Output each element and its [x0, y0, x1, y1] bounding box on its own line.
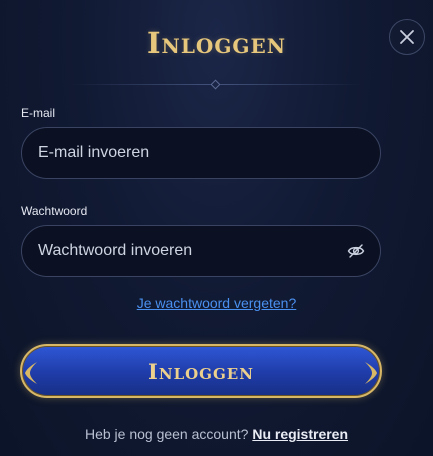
login-button-label: Inloggen: [148, 358, 254, 384]
register-link[interactable]: Nu registreren: [252, 426, 348, 442]
button-ornament-right-icon: [365, 362, 377, 384]
email-label: E-mail: [21, 106, 56, 120]
password-label: Wachtwoord: [21, 204, 88, 218]
close-icon: [400, 30, 414, 44]
signup-prompt: Heb je nog geen account?: [84, 426, 249, 442]
password-input[interactable]: [21, 225, 381, 277]
login-modal: Inloggen E-mail Wachtwoord Je wachtwoord…: [0, 0, 433, 456]
modal-title: Inloggen: [146, 26, 287, 60]
divider-diamond: [210, 79, 221, 90]
login-button[interactable]: Inloggen: [20, 344, 382, 398]
button-ornament-left-icon: [25, 362, 37, 384]
email-input[interactable]: [21, 127, 381, 179]
forgot-password-row: Je wachtwoord vergeten?: [0, 295, 433, 313]
eye-off-icon: [347, 244, 365, 258]
password-visibility-toggle[interactable]: [345, 241, 367, 261]
forgot-password-link[interactable]: Je wachtwoord vergeten?: [137, 295, 297, 311]
signup-row: Heb je nog geen account? Nu registreren: [0, 426, 433, 442]
title-divider: [70, 79, 363, 90]
close-button[interactable]: [389, 19, 425, 55]
